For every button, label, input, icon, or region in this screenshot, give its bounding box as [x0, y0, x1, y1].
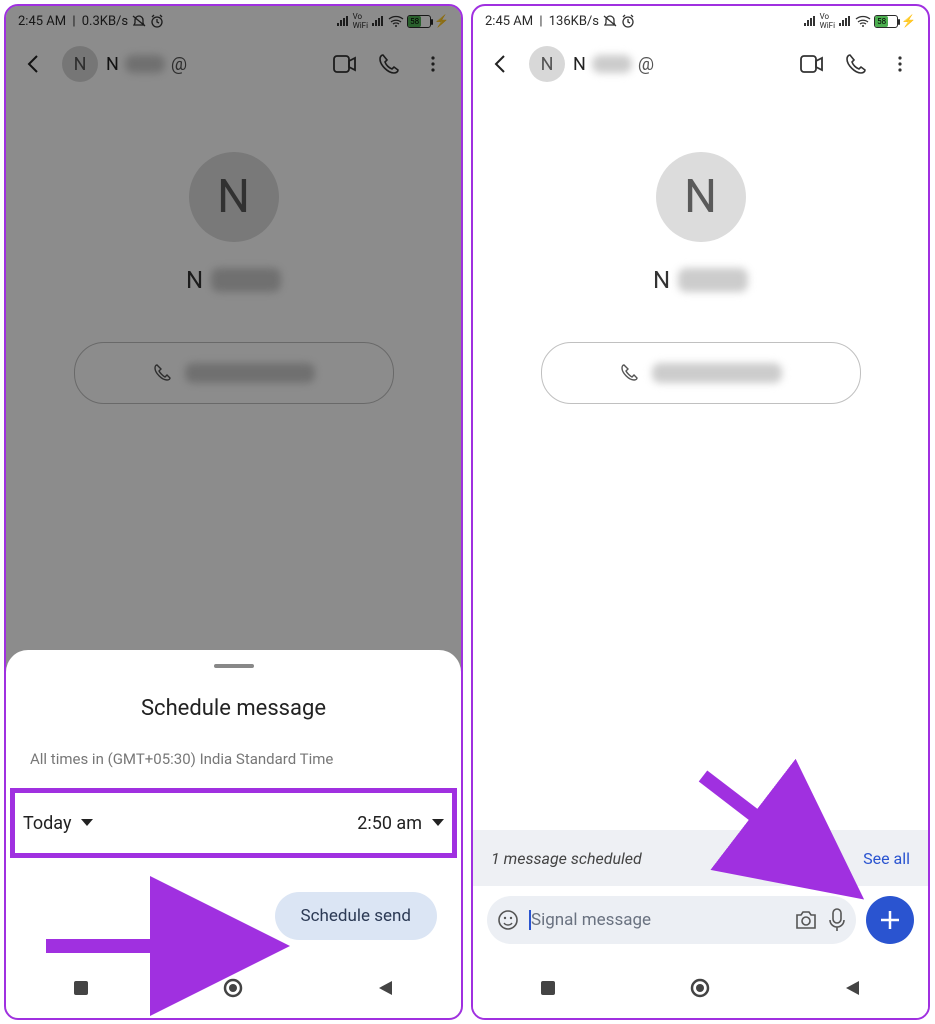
contact-name: N: [653, 266, 748, 294]
system-nav-bar: [473, 958, 928, 1018]
see-all-link[interactable]: See all: [863, 849, 910, 868]
schedule-datetime-row: Today 2:50 am: [10, 788, 457, 858]
sheet-title: Schedule message: [30, 696, 437, 721]
signal-icon: [803, 15, 817, 27]
camera-icon[interactable]: [794, 909, 818, 931]
chevron-down-icon: [81, 819, 93, 827]
scheduled-messages-banner[interactable]: 1 message scheduled See all: [473, 830, 928, 886]
wifi-icon: [855, 15, 871, 27]
microphone-icon[interactable]: [828, 908, 846, 932]
compose-bar: Signal message: [473, 886, 928, 958]
signal-icon-2: [838, 15, 852, 27]
nav-recents-button[interactable]: [539, 979, 557, 997]
system-nav-bar: [6, 958, 461, 1018]
nav-home-button[interactable]: [689, 977, 711, 999]
phone-right-scheduled-banner: 2:45 AM | 136KB/s VoWiFi 58 ⚡ N N @: [471, 4, 930, 1020]
more-menu-button[interactable]: [880, 44, 920, 84]
message-placeholder: Signal message: [529, 910, 784, 930]
message-input[interactable]: Signal message: [487, 896, 856, 944]
scheduled-count-text: 1 message scheduled: [491, 849, 642, 868]
chat-title[interactable]: N @: [573, 54, 784, 75]
plus-icon: [879, 909, 901, 931]
status-time: 2:45 AM: [485, 14, 533, 29]
schedule-message-sheet: Schedule message All times in (GMT+05:30…: [6, 650, 461, 958]
bell-off-icon: [602, 14, 618, 28]
battery-icon: 58: [874, 15, 898, 28]
sheet-timezone-note: All times in (GMT+05:30) India Standard …: [30, 749, 437, 770]
avatar-small[interactable]: N: [529, 46, 565, 82]
back-button[interactable]: [481, 44, 521, 84]
nav-home-button[interactable]: [222, 977, 244, 999]
schedule-day-dropdown[interactable]: Today: [23, 813, 93, 834]
nav-back-button[interactable]: [844, 979, 862, 997]
alarm-icon: [621, 14, 635, 28]
contact-info: N N: [473, 92, 928, 404]
status-bar: 2:45 AM | 136KB/s VoWiFi 58 ⚡: [473, 6, 928, 36]
schedule-time-dropdown[interactable]: 2:50 am: [357, 813, 444, 834]
schedule-send-button[interactable]: Schedule send: [275, 892, 437, 940]
phone-icon: [620, 363, 640, 383]
mention-icon: @: [638, 54, 654, 75]
nav-back-button[interactable]: [377, 979, 395, 997]
add-attachment-button[interactable]: [866, 896, 914, 944]
name-prefix: N: [573, 54, 586, 75]
chat-header: N N @: [473, 36, 928, 92]
video-call-button[interactable]: [792, 44, 832, 84]
chevron-down-icon: [432, 819, 444, 827]
name-redacted: [592, 55, 632, 73]
sheet-drag-handle[interactable]: [214, 664, 254, 668]
phone-number-pill[interactable]: [541, 342, 861, 404]
nav-recents-button[interactable]: [72, 979, 90, 997]
avatar-large[interactable]: N: [656, 152, 746, 242]
voice-call-button[interactable]: [836, 44, 876, 84]
status-net: 136KB/s: [549, 14, 599, 29]
emoji-icon[interactable]: [497, 909, 519, 931]
phone-left-schedule-sheet: 2:45 AM | 0.3KB/s VoWiFi 58 ⚡ N N: [4, 4, 463, 1020]
